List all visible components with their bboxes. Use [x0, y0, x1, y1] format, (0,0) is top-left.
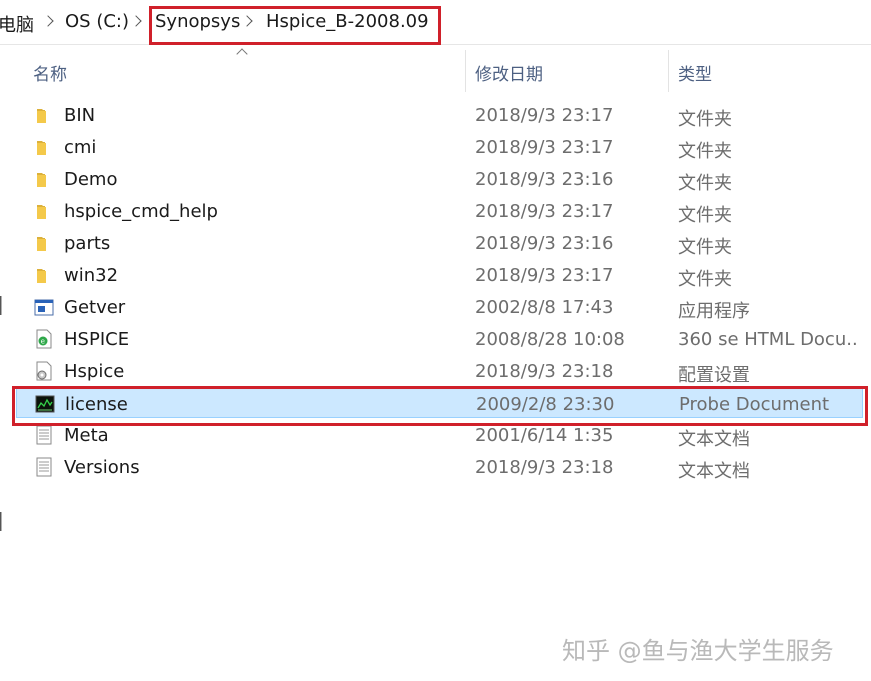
file-row[interactable]: Getver 2002/8/8 17:43 应用程序	[16, 292, 863, 322]
column-header: 名称 修改日期 类型	[0, 44, 871, 94]
file-date: 2018/9/3 23:17	[475, 265, 614, 286]
file-type: 配置设置	[678, 365, 750, 386]
file-date: 2018/9/3 23:17	[475, 137, 614, 158]
chevron-right-icon[interactable]	[42, 15, 54, 27]
text-document-icon	[34, 425, 54, 445]
file-type: 文件夹	[678, 205, 732, 226]
file-row[interactable]: hspice_cmd_help 2018/9/3 23:17 文件夹	[16, 196, 863, 226]
file-type: 文件夹	[678, 173, 732, 194]
folder-icon	[34, 137, 54, 157]
file-date: 2018/9/3 23:18	[475, 457, 614, 478]
file-name: Demo	[64, 169, 118, 190]
file-row[interactable]: license 2009/2/8 23:30 Probe Document	[16, 388, 863, 418]
file-row[interactable]: e HSPICE 2008/8/28 10:08 360 se HTML Docu..…	[16, 324, 863, 354]
folder-icon	[34, 105, 54, 125]
config-settings-icon	[34, 361, 54, 381]
file-type: Probe Document	[679, 394, 830, 415]
column-divider[interactable]	[465, 50, 466, 92]
file-row[interactable]: Versions 2018/9/3 23:18 文本文档	[16, 452, 863, 482]
address-bar[interactable]: 电脑 OS (C:) Synopsys Hspice_B-2008.09	[0, 0, 871, 45]
file-name: hspice_cmd_help	[64, 201, 218, 222]
column-divider[interactable]	[668, 50, 669, 92]
file-date: 2002/8/8 17:43	[475, 297, 614, 318]
chevron-right-icon[interactable]	[130, 15, 142, 27]
file-name: Hspice	[64, 361, 125, 382]
file-date: 2018/9/3 23:16	[475, 233, 614, 254]
file-row[interactable]: BIN 2018/9/3 23:17 文件夹	[16, 100, 863, 130]
file-date: 2018/9/3 23:17	[475, 201, 614, 222]
probe-document-icon	[35, 394, 55, 414]
breadcrumb-hspice-folder[interactable]: Hspice_B-2008.09	[266, 11, 429, 32]
file-type: 文本文档	[678, 461, 750, 482]
file-type: 文件夹	[678, 269, 732, 290]
file-name: parts	[64, 233, 111, 254]
file-row[interactable]: parts 2018/9/3 23:16 文件夹	[16, 228, 863, 258]
file-name: HSPICE	[64, 329, 130, 350]
file-row[interactable]: cmi 2018/9/3 23:17 文件夹	[16, 132, 863, 162]
html-document-icon: e	[34, 329, 54, 349]
file-date: 2018/9/3 23:18	[475, 361, 614, 382]
file-name: BIN	[64, 105, 96, 126]
breadcrumb-drive-c[interactable]: OS (C:)	[65, 11, 129, 32]
folder-icon	[34, 169, 54, 189]
chevron-right-icon[interactable]	[241, 15, 253, 27]
file-type: 文件夹	[678, 109, 732, 130]
nav-pane-edge: ▏	[0, 296, 13, 315]
file-name: cmi	[64, 137, 97, 158]
file-type: 文件夹	[678, 141, 732, 162]
text-document-icon	[34, 457, 54, 477]
breadcrumb-synopsys[interactable]: Synopsys	[155, 11, 240, 32]
file-name: Getver	[64, 297, 126, 318]
file-row[interactable]: Demo 2018/9/3 23:16 文件夹	[16, 164, 863, 194]
file-type: 文本文档	[678, 429, 750, 450]
column-header-type[interactable]: 类型	[678, 60, 712, 85]
column-header-name[interactable]: 名称	[33, 60, 67, 85]
file-date: 2009/2/8 23:30	[476, 394, 615, 415]
file-name: license	[65, 394, 128, 415]
file-type: 文件夹	[678, 237, 732, 258]
file-type: 360 se HTML Docu...	[678, 329, 858, 350]
breadcrumb-computer[interactable]: 电脑	[0, 11, 34, 37]
file-date: 2008/8/28 10:08	[475, 329, 625, 350]
file-date: 2018/9/3 23:17	[475, 105, 614, 126]
folder-icon	[34, 201, 54, 221]
file-row[interactable]: win32 2018/9/3 23:17 文件夹	[16, 260, 863, 290]
nav-pane-edge: ▏	[0, 512, 13, 531]
file-row[interactable]: Hspice 2018/9/3 23:18 配置设置	[16, 356, 863, 386]
file-name: win32	[64, 265, 119, 286]
column-header-date[interactable]: 修改日期	[475, 60, 543, 85]
application-icon	[34, 297, 54, 317]
file-name: Meta	[64, 425, 109, 446]
file-date: 2018/9/3 23:16	[475, 169, 614, 190]
svg-text:e: e	[41, 338, 45, 346]
file-date: 2001/6/14 1:35	[475, 425, 614, 446]
folder-icon	[34, 265, 54, 285]
file-row[interactable]: Meta 2001/6/14 1:35 文本文档	[16, 420, 863, 450]
file-type: 应用程序	[678, 301, 750, 322]
watermark: 知乎 @鱼与渔大学生服务	[562, 637, 834, 665]
folder-icon	[34, 233, 54, 253]
file-name: Versions	[64, 457, 140, 478]
